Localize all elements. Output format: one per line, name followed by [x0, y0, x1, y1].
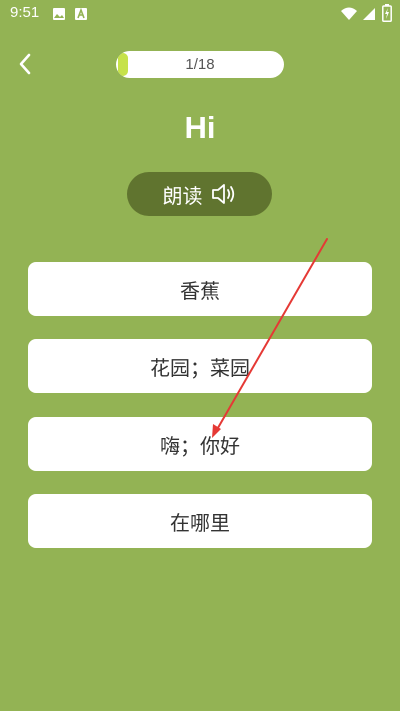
- speaker-icon: [211, 184, 234, 204]
- status-time: 9:51: [10, 4, 40, 21]
- option-label: 在哪里: [170, 510, 230, 535]
- progress-text: 1/18: [185, 56, 215, 73]
- wifi-icon: [340, 6, 358, 25]
- read-aloud-label: 朗读: [162, 183, 203, 208]
- image-icon: [52, 6, 66, 25]
- option-label: 嗨；你好: [160, 433, 240, 458]
- option-card[interactable]: 在哪里: [28, 494, 372, 548]
- back-button[interactable]: [12, 50, 40, 78]
- progress-indicator: 1/18: [116, 51, 284, 78]
- text-a-icon: [74, 6, 88, 25]
- quiz-word: Hi: [184, 110, 216, 145]
- status-bar: 9:51: [0, 0, 400, 28]
- option-card[interactable]: 香蕉: [28, 262, 372, 316]
- chevron-left-icon: [19, 53, 31, 75]
- option-label: 花园；菜园: [150, 355, 250, 380]
- option-card[interactable]: 花园；菜园: [28, 339, 372, 393]
- signal-icon: [362, 6, 376, 25]
- read-aloud-button[interactable]: 朗读: [127, 172, 272, 216]
- option-label: 香蕉: [180, 278, 220, 303]
- battery-charging-icon: [382, 4, 392, 26]
- option-card[interactable]: 嗨；你好: [28, 417, 372, 471]
